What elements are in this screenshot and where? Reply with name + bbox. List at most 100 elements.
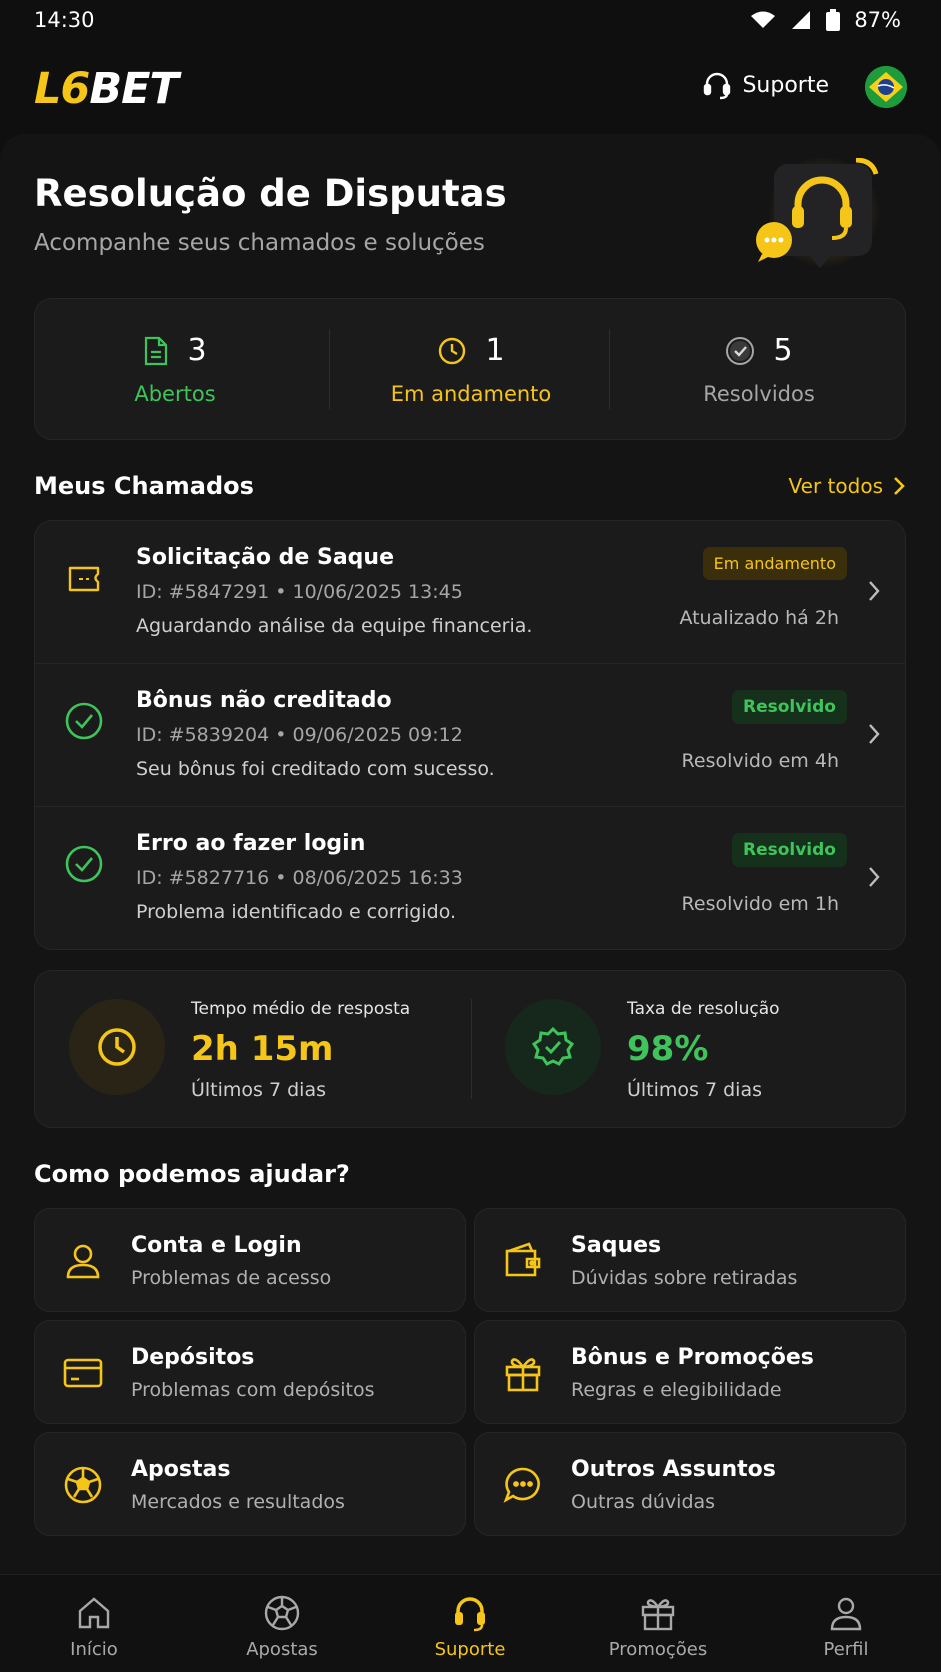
- see-all-label: Ver todos: [788, 474, 883, 498]
- stat-open-count: 3: [187, 333, 207, 368]
- status-time: 14:30: [34, 8, 95, 32]
- support-label: Suporte: [742, 72, 829, 98]
- metric-period: Últimos 7 dias: [191, 1079, 326, 1101]
- help-section-title: Como podemos ajudar?: [34, 1160, 350, 1188]
- help-topic-title: Outros Assuntos: [571, 1457, 776, 1482]
- metric-value: 2h 15m: [191, 1029, 334, 1069]
- stat-resolved-label: Resolvidos: [703, 382, 815, 406]
- ticket-updated: Atualizado há 2h: [679, 607, 839, 629]
- wifi-icon: [751, 11, 776, 28]
- help-topic-title: Bônus e Promoções: [571, 1345, 814, 1370]
- help-topic-subtitle: Dúvidas sobre retiradas: [571, 1267, 798, 1289]
- page-title: Resolução de Disputas: [34, 172, 507, 215]
- home-icon: [78, 1597, 110, 1629]
- user-icon: [66, 1244, 100, 1279]
- ticket-stats-card: 3 Abertos 1 Em andamento 5 Resolvidos: [34, 298, 906, 440]
- help-topic-subtitle: Problemas com depósitos: [131, 1379, 375, 1401]
- stat-open[interactable]: 3 Abertos: [35, 299, 315, 441]
- help-topic-subtitle: Problemas de acesso: [131, 1267, 332, 1289]
- help-topic-withdrawals[interactable]: Saques Dúvidas sobre retiradas: [474, 1208, 906, 1312]
- ticket-title: Erro ao fazer login: [136, 831, 366, 856]
- ticket-description: Seu bônus foi creditado com sucesso.: [136, 758, 495, 780]
- status-badge: Em andamento: [702, 547, 847, 580]
- nav-label: Perfil: [823, 1639, 869, 1660]
- help-topic-title: Saques: [571, 1233, 662, 1258]
- ticket-title: Bônus não creditado: [136, 688, 392, 713]
- tickets-list: Solicitação de Saque ID: #5847291 • 10/0…: [34, 520, 906, 950]
- ticket-description: Problema identificado e corrigido.: [136, 901, 457, 923]
- nav-label: Apostas: [246, 1639, 318, 1660]
- battery-icon: [826, 9, 841, 31]
- chevron-right-icon: [869, 724, 880, 744]
- soccer-ball-icon: [64, 1466, 102, 1504]
- help-topic-bonus[interactable]: Bônus e Promoções Regras e elegibilidade: [474, 1320, 906, 1424]
- divider: [329, 329, 330, 409]
- page-subtitle: Acompanhe seus chamados e soluções: [34, 230, 485, 256]
- ticket-title: Solicitação de Saque: [136, 545, 394, 570]
- metric-period: Últimos 7 dias: [627, 1079, 762, 1101]
- chat-bubble-icon: [503, 1467, 540, 1503]
- wallet-icon: [68, 566, 100, 592]
- metric-value: 98%: [627, 1029, 709, 1069]
- metrics-card: Tempo médio de resposta 2h 15m Últimos 7…: [34, 970, 906, 1128]
- user-icon: [830, 1597, 862, 1631]
- stat-in-progress-count: 1: [485, 333, 505, 368]
- help-topic-subtitle: Regras e elegibilidade: [571, 1379, 782, 1401]
- headset-icon: [455, 1597, 485, 1632]
- help-topic-title: Conta e Login: [131, 1233, 302, 1258]
- ticket-item[interactable]: Solicitação de Saque ID: #5847291 • 10/0…: [35, 521, 905, 664]
- tickets-section-title: Meus Chamados: [34, 472, 254, 500]
- metric-resolution-rate: Taxa de resolução 98% Últimos 7 dias: [471, 971, 907, 1129]
- divider: [609, 329, 610, 409]
- brand-logo[interactable]: L6BET: [34, 64, 179, 114]
- gift-icon: [641, 1599, 675, 1631]
- metric-label: Tempo médio de resposta: [191, 999, 411, 1019]
- help-topic-account[interactable]: Conta e Login Problemas de acesso: [34, 1208, 466, 1312]
- app-header: L6BET Suporte: [0, 52, 941, 128]
- help-topic-subtitle: Mercados e resultados: [131, 1491, 345, 1513]
- nav-promotions[interactable]: Promoções: [564, 1575, 752, 1672]
- signal-icon: [792, 11, 811, 29]
- check-circle-icon: [65, 845, 103, 883]
- chevron-right-icon: [894, 477, 905, 495]
- nav-profile[interactable]: Perfil: [752, 1575, 940, 1672]
- nav-bets[interactable]: Apostas: [188, 1575, 376, 1672]
- support-illustration: [756, 158, 880, 268]
- stat-open-label: Abertos: [134, 382, 216, 406]
- nav-label: Promoções: [608, 1639, 708, 1660]
- stat-resolved[interactable]: 5 Resolvidos: [611, 299, 907, 441]
- clock-icon: [439, 337, 466, 364]
- ticket-updated: Resolvido em 4h: [681, 750, 839, 772]
- ticket-item[interactable]: Erro ao fazer login ID: #5827716 • 08/06…: [35, 807, 905, 949]
- ticket-updated: Resolvido em 1h: [681, 893, 839, 915]
- brazil-flag-icon[interactable]: [865, 66, 907, 108]
- ticket-description: Aguardando análise da equipe financeria.: [136, 615, 533, 637]
- battery-level: 87%: [854, 8, 901, 32]
- nav-label: Início: [70, 1639, 118, 1660]
- stat-in-progress[interactable]: 1 Em andamento: [331, 299, 611, 441]
- nav-support[interactable]: Suporte: [376, 1575, 564, 1672]
- credit-card-icon: [63, 1358, 103, 1388]
- support-button[interactable]: Suporte: [702, 70, 829, 100]
- status-bar: 14:30 87%: [0, 0, 941, 44]
- see-all-link[interactable]: Ver todos: [789, 474, 905, 498]
- nav-label: Suporte: [434, 1639, 506, 1660]
- help-topic-other[interactable]: Outros Assuntos Outras dúvidas: [474, 1432, 906, 1536]
- stat-resolved-count: 5: [773, 333, 793, 368]
- wallet-icon: [505, 1242, 541, 1277]
- verified-badge-icon: [505, 999, 601, 1095]
- stat-in-progress-label: Em andamento: [390, 382, 552, 406]
- gift-icon: [505, 1358, 541, 1392]
- help-topic-deposits[interactable]: Depósitos Problemas com depósitos: [34, 1320, 466, 1424]
- check-circle-icon: [65, 702, 103, 740]
- clock-icon: [69, 999, 165, 1095]
- help-topic-bets[interactable]: Apostas Mercados e resultados: [34, 1432, 466, 1536]
- help-topic-title: Apostas: [131, 1457, 231, 1482]
- headset-icon: [704, 72, 731, 100]
- soccer-ball-icon: [264, 1595, 300, 1631]
- check-circle-icon: [726, 336, 755, 365]
- chevron-right-icon: [869, 581, 880, 601]
- ticket-item[interactable]: Bônus não creditado ID: #5839204 • 09/06…: [35, 664, 905, 807]
- nav-home[interactable]: Início: [0, 1575, 188, 1672]
- status-badge: Resolvido: [731, 833, 847, 867]
